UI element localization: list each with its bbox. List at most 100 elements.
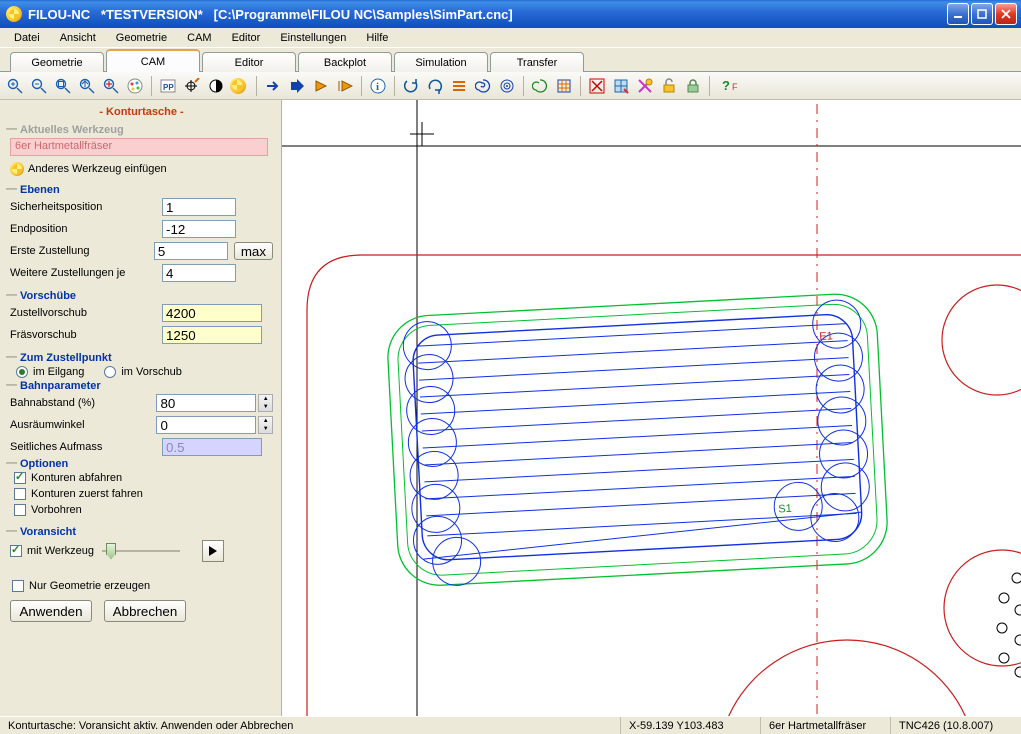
main-toolbar: PP i ?F1 (0, 72, 1021, 100)
svg-text:?: ? (722, 78, 730, 93)
spin-angle[interactable]: ▲▼ (258, 416, 273, 434)
help-f1-icon[interactable]: ?F1 (715, 75, 745, 97)
tab-geometrie[interactable]: Geometrie (10, 52, 104, 72)
input-feed-m[interactable] (162, 326, 262, 344)
status-message: Konturtasche: Voransicht aktiv. Anwenden… (0, 717, 621, 734)
menu-editor[interactable]: Editor (222, 30, 271, 46)
play-right-icon[interactable] (310, 75, 332, 97)
menu-cam[interactable]: CAM (177, 30, 221, 46)
input-feed-z[interactable] (162, 304, 262, 322)
spin-stepover[interactable]: ▲▼ (258, 394, 273, 412)
zoom-out-icon[interactable] (28, 75, 50, 97)
refresh-icon[interactable] (400, 75, 422, 97)
stack-icon[interactable] (448, 75, 470, 97)
label-feed-z: Zustellvorschub (10, 307, 162, 319)
insert-tool-link[interactable]: Anderes Werkzeug einfügen (28, 163, 167, 175)
radio-feed[interactable]: im Vorschub (104, 366, 182, 378)
check-predrill[interactable]: Vorbohren (10, 502, 273, 518)
check-contour-finish[interactable]: Konturen abfahren (10, 470, 273, 486)
marker-e1: E1 (819, 330, 833, 343)
tool-icon[interactable] (229, 75, 251, 97)
menu-hilfe[interactable]: Hilfe (356, 30, 398, 46)
window-close-button[interactable] (995, 3, 1017, 25)
redo-icon[interactable] (424, 75, 446, 97)
preview-play-button[interactable] (202, 540, 224, 562)
info-icon[interactable]: i (367, 75, 389, 97)
tab-label: CAM (141, 56, 165, 68)
tab-label: Transfer (517, 57, 558, 69)
drawing-canvas[interactable]: E1 S1 (282, 100, 1021, 716)
check-label: Konturen abfahren (31, 472, 122, 484)
toolbar-separator (361, 76, 362, 96)
spiral-green-icon[interactable] (529, 75, 551, 97)
window-maximize-button[interactable] (971, 3, 993, 25)
current-tool-field[interactable]: 6er Hartmetallfräser (10, 138, 268, 156)
label-safety: Sicherheitsposition (10, 201, 162, 213)
tab-simulation[interactable]: Simulation (394, 52, 488, 72)
zoom-previous-icon[interactable] (100, 75, 122, 97)
tab-backplot[interactable]: Backplot (298, 52, 392, 72)
palette-icon[interactable] (124, 75, 146, 97)
arrow-fill-icon[interactable] (286, 75, 308, 97)
input-moresteps[interactable] (162, 264, 236, 282)
pp-icon[interactable]: PP (157, 75, 179, 97)
grid-icon[interactable] (553, 75, 575, 97)
toolbar-separator (709, 76, 710, 96)
main-tabstrip: Geometrie CAM Editor Backplot Simulation… (0, 48, 1021, 72)
menu-geometrie[interactable]: Geometrie (106, 30, 177, 46)
toolbar-separator (580, 76, 581, 96)
status-coords: X-59.139 Y103.483 (621, 717, 761, 734)
group-approach: Zum Zustellpunkt (10, 352, 273, 364)
window-minimize-button[interactable] (947, 3, 969, 25)
arrow-right-icon[interactable] (262, 75, 284, 97)
zoom-extents-icon[interactable] (76, 75, 98, 97)
menu-bar: Datei Ansicht Geometrie CAM Editor Einst… (0, 28, 1021, 48)
preview-slider[interactable] (102, 541, 180, 561)
radio-rapid[interactable]: im Eilgang (16, 366, 84, 378)
app-icon (6, 6, 22, 22)
unlock-icon[interactable] (658, 75, 680, 97)
spiral-icon[interactable] (472, 75, 494, 97)
tab-cam[interactable]: CAM (106, 49, 200, 72)
zoom-in-icon[interactable] (4, 75, 26, 97)
check-with-tool[interactable]: mit Werkzeug (10, 545, 94, 557)
origin-set-icon[interactable] (181, 75, 203, 97)
contrast-icon[interactable] (205, 75, 227, 97)
window-titlebar: FILOU-NC *TESTVERSION* [C:\Programme\FIL… (0, 0, 1021, 28)
tab-label: Simulation (415, 57, 466, 69)
x-tool-icon[interactable] (634, 75, 656, 97)
group-path: Bahnparameter (10, 380, 273, 392)
play-lines-icon[interactable] (334, 75, 356, 97)
lock-icon[interactable] (682, 75, 704, 97)
label-moresteps: Weitere Zustellungen je (10, 267, 162, 279)
label-stepover: Bahnabstand (%) (10, 397, 156, 409)
marker-s1: S1 (778, 503, 792, 516)
input-stepover[interactable] (156, 394, 256, 412)
blue-grid-icon[interactable] (610, 75, 632, 97)
menu-datei[interactable]: Datei (4, 30, 50, 46)
input-safety[interactable] (162, 198, 236, 216)
group-options: Optionen (10, 458, 273, 470)
apply-button[interactable]: Anwenden (10, 600, 92, 622)
tab-label: Backplot (324, 57, 366, 69)
menu-ansicht[interactable]: Ansicht (50, 30, 106, 46)
target-icon[interactable] (496, 75, 518, 97)
status-bar: Konturtasche: Voransicht aktiv. Anwenden… (0, 716, 1021, 734)
window-title: FILOU-NC *TESTVERSION* [C:\Programme\FIL… (28, 7, 513, 22)
tab-editor[interactable]: Editor (202, 52, 296, 72)
zoom-window-icon[interactable] (52, 75, 74, 97)
max-button[interactable]: max (234, 242, 273, 260)
input-firststep[interactable] (154, 242, 228, 260)
check-label: Vorbohren (31, 504, 82, 516)
svg-text:PP: PP (163, 83, 174, 92)
red-x-icon[interactable] (586, 75, 608, 97)
check-only-geometry[interactable]: Nur Geometrie erzeugen (10, 578, 273, 598)
input-angle[interactable] (156, 416, 256, 434)
menu-einstellungen[interactable]: Einstellungen (270, 30, 356, 46)
tab-transfer[interactable]: Transfer (490, 52, 584, 72)
group-feeds: Vorschübe (10, 290, 273, 302)
check-label: mit Werkzeug (27, 545, 94, 557)
check-contour-first[interactable]: Konturen zuerst fahren (10, 486, 273, 502)
cancel-button[interactable]: Abbrechen (104, 600, 186, 622)
input-endpos[interactable] (162, 220, 236, 238)
